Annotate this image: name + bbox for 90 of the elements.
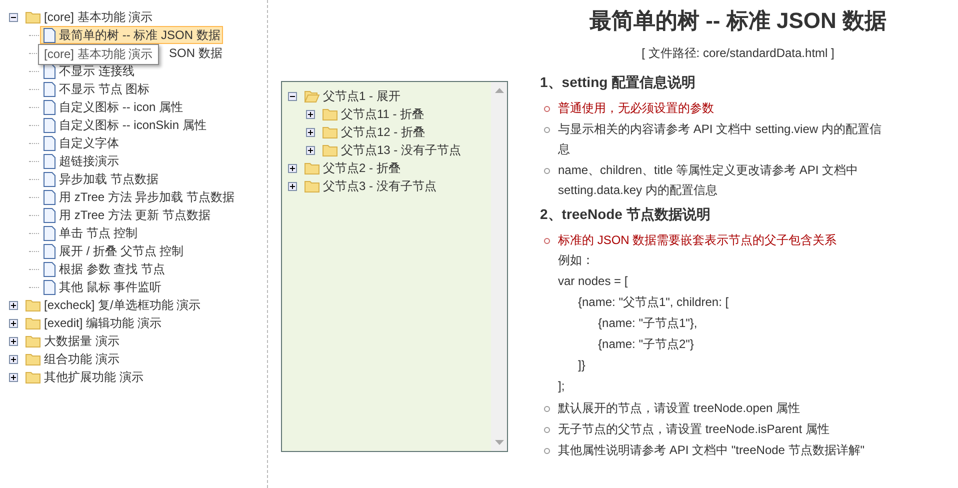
tree-item[interactable]: 用 zTree 方法 更新 节点数据 [40, 206, 214, 224]
file-path: [ 文件路径: core/standardData.html ] [640, 45, 836, 62]
tree-item[interactable]: 父节点12 - 折叠 [319, 123, 428, 141]
expander-icon[interactable] [8, 354, 18, 364]
section-heading: 2、treeNode 节点数据说明 [540, 206, 712, 224]
tree-item[interactable]: 单击 节点 控制 [40, 224, 141, 242]
tree-item[interactable]: 自定义字体 [40, 134, 122, 152]
code-line: {name: "父节点1", children: [ [577, 294, 730, 311]
tree-item[interactable]: [core] 基本功能 演示 [22, 8, 156, 26]
expander-icon[interactable] [288, 164, 297, 172]
code-line: {name: "子节点1"}, [597, 315, 698, 332]
bullet-icon [544, 448, 550, 454]
tooltip: [core] 基本功能 演示 [38, 44, 159, 65]
document-icon [43, 100, 56, 114]
tree-item[interactable]: 父节点2 - 折叠 [301, 159, 404, 177]
list-text: 普通使用，无必须设置的参数 [558, 101, 714, 115]
list-text: 默认展开的节点，请设置 treeNode.open 属性 [558, 401, 800, 415]
document-icon [43, 136, 56, 150]
bullet-icon [544, 106, 550, 112]
folder-icon [304, 179, 320, 193]
bullet-icon [544, 406, 550, 412]
tree-item[interactable]: 父节点3 - 没有子节点 [301, 177, 440, 195]
expander-icon[interactable] [306, 146, 315, 154]
bullet-icon [544, 168, 550, 174]
folder-icon [25, 352, 41, 366]
document-icon [43, 280, 56, 294]
section-heading: 1、setting 配置信息说明 [540, 74, 697, 92]
tree-item[interactable]: 异步加载 节点数据 [40, 170, 162, 188]
expander-icon[interactable] [8, 336, 18, 346]
folder-icon [25, 298, 41, 312]
folder-icon [304, 89, 320, 103]
tree-item[interactable]: 超链接演示 [40, 152, 122, 170]
code-line: var nodes = [ [558, 273, 629, 290]
folder-icon [25, 316, 41, 330]
code-line: ]; [558, 378, 566, 395]
bullet-icon [544, 127, 550, 133]
tree-item[interactable]: [exedit] 编辑功能 演示 [22, 314, 164, 332]
folder-icon [322, 125, 338, 139]
expander-icon[interactable] [8, 318, 18, 328]
code-line: {name: "子节点2"} [597, 336, 695, 353]
document-icon [43, 154, 56, 168]
document-icon [43, 244, 56, 258]
bullet-icon [544, 238, 550, 244]
tree-item[interactable]: 其他 鼠标 事件监听 [40, 278, 165, 296]
folder-icon [304, 161, 320, 175]
code-line: ]} [577, 357, 586, 374]
folder-icon [322, 107, 338, 121]
tree-item[interactable]: 不显示 节点 图标 [40, 80, 153, 98]
bullet-icon [544, 427, 550, 433]
tree-item[interactable]: 最简单的树 -- 标准 JSON 数据 [40, 26, 224, 44]
document-icon [43, 64, 56, 78]
document-icon [43, 28, 56, 42]
expander-icon[interactable] [306, 128, 315, 136]
tree-item[interactable]: 自定义图标 -- icon 属性 [40, 98, 186, 116]
folder-icon [322, 143, 338, 157]
expander-icon[interactable] [8, 300, 18, 310]
document-icon [43, 172, 56, 186]
document-icon [43, 118, 56, 132]
list-text: name、children、title 等属性定义更改请参考 API 文档中 setting.data.key 内的配置信息 [558, 163, 858, 197]
tree-item[interactable]: 展开 / 折叠 父节点 控制 [40, 242, 187, 260]
document-icon [43, 226, 56, 240]
tree-item[interactable]: 父节点13 - 没有子节点 [319, 141, 464, 159]
tree-item[interactable]: 不显示 连接线 [40, 62, 138, 80]
tree-item[interactable]: 父节点1 - 展开 [301, 87, 404, 105]
expander-icon[interactable] [288, 92, 297, 100]
expander-icon[interactable] [288, 182, 297, 190]
tree-item[interactable]: 其他扩展功能 演示 [22, 368, 146, 386]
tree-item[interactable]: SON 数据 [166, 44, 226, 62]
document-icon [43, 262, 56, 276]
folder-icon [25, 10, 41, 24]
expander-icon[interactable] [306, 110, 315, 118]
expander-icon[interactable] [8, 12, 18, 22]
tree-item[interactable]: 大数据量 演示 [22, 332, 122, 350]
folder-icon [25, 370, 41, 384]
tree-item[interactable]: 根据 参数 查找 节点 [40, 260, 168, 278]
document-icon [43, 82, 56, 96]
document-icon [43, 190, 56, 204]
tree-item[interactable]: 父节点11 - 折叠 [319, 105, 428, 123]
tree-item[interactable]: 用 zTree 方法 异步加载 节点数据 [40, 188, 238, 206]
tree-item[interactable]: 组合功能 演示 [22, 350, 122, 368]
folder-icon [25, 334, 41, 348]
list-text: 无子节点的父节点，请设置 treeNode.isParent 属性 [558, 422, 830, 436]
document-icon [43, 208, 56, 222]
page-title: 最简单的树 -- 标准 JSON 数据 [588, 7, 888, 35]
expander-icon[interactable] [8, 372, 18, 382]
code-line: 例如： [558, 252, 595, 269]
list-text: 标准的 JSON 数据需要嵌套表示节点的父子包含关系 [558, 233, 837, 247]
tree-item[interactable]: [excheck] 复/单选框功能 演示 [22, 296, 204, 314]
list-text: 其他属性说明请参考 API 文档中 "treeNode 节点数据详解" [558, 443, 865, 457]
tree-item[interactable]: 自定义图标 -- iconSkin 属性 [40, 116, 210, 134]
